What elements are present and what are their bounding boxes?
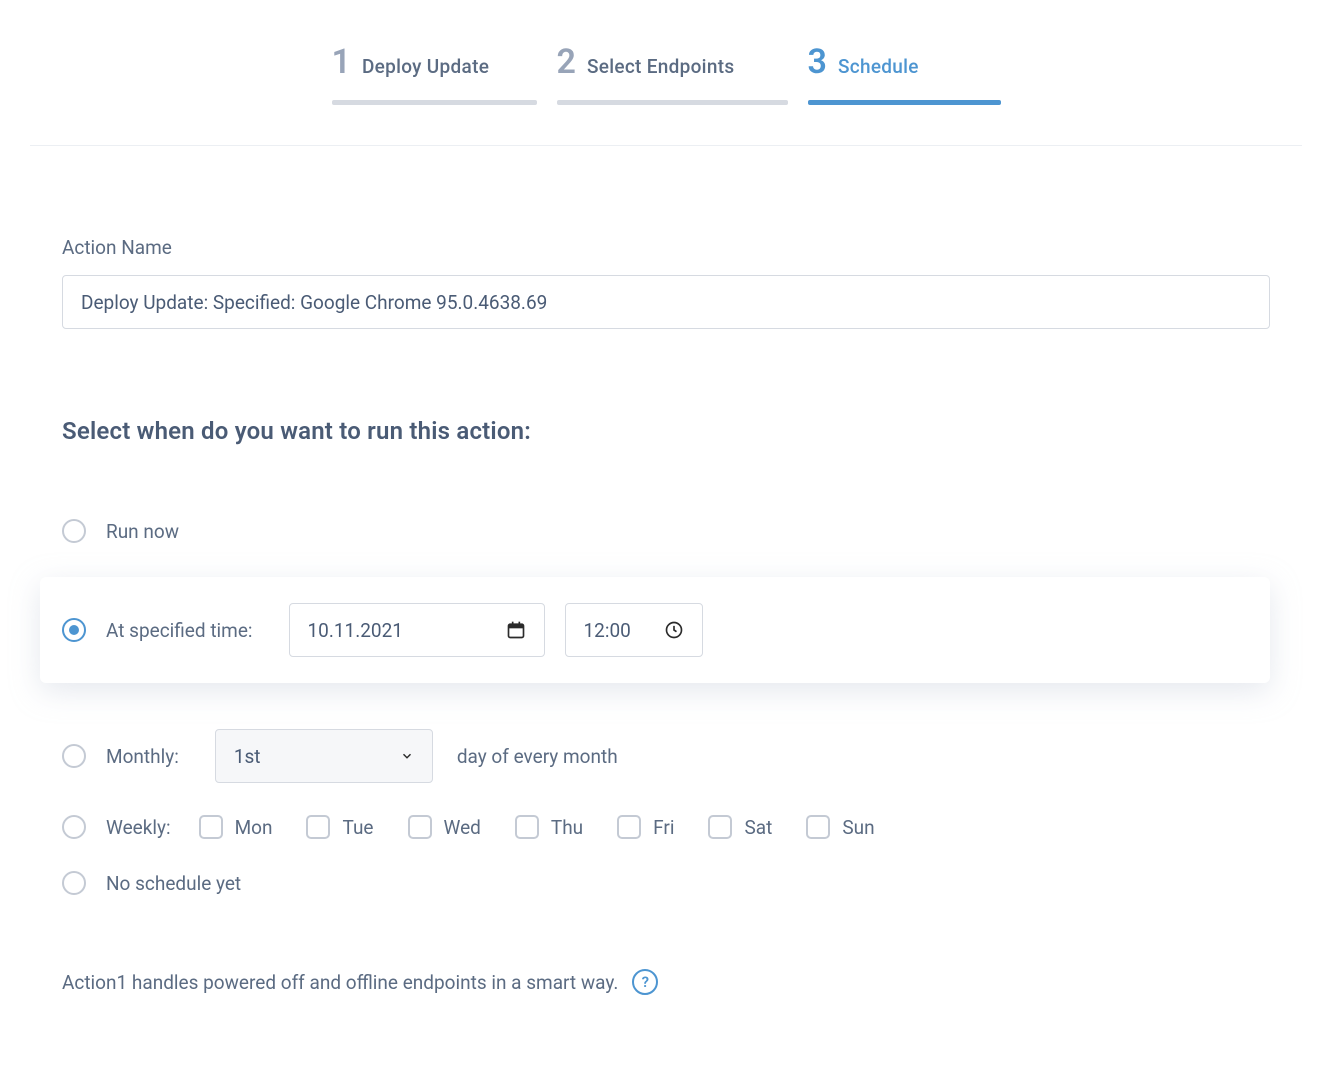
step-progress-bar	[557, 100, 788, 105]
monthly-suffix: day of every month	[457, 745, 618, 768]
weekday-label: Fri	[653, 816, 674, 839]
help-icon[interactable]: ?	[632, 969, 658, 995]
time-picker[interactable]: 12:00	[565, 603, 703, 657]
checkbox-sun[interactable]	[806, 815, 830, 839]
weekday-label: Sat	[744, 816, 772, 839]
option-no-schedule[interactable]: No schedule yet	[62, 855, 1270, 911]
step-schedule[interactable]: 3 Schedule	[808, 42, 1001, 105]
date-value: 10.11.2021	[308, 619, 403, 642]
weekday-label: Thu	[551, 816, 583, 839]
checkbox-mon[interactable]	[199, 815, 223, 839]
chevron-down-icon	[400, 749, 414, 763]
weekday-checkboxes: Mon Tue Wed Thu Fri Sat Sun	[199, 815, 897, 839]
checkbox-tue[interactable]	[306, 815, 330, 839]
option-label: Monthly:	[106, 745, 179, 768]
wizard-stepper: 1 Deploy Update 2 Select Endpoints 3 Sch…	[0, 0, 1332, 145]
option-label: No schedule yet	[106, 872, 241, 895]
step-progress-bar	[332, 100, 537, 105]
help-symbol: ?	[642, 973, 649, 991]
clock-icon	[664, 620, 684, 640]
radio-at-specified-time[interactable]	[62, 618, 86, 642]
step-number: 1	[332, 42, 350, 82]
step-label: Schedule	[838, 55, 919, 78]
action-name-label: Action Name	[62, 236, 1270, 259]
option-monthly[interactable]: Monthly: 1st day of every month	[62, 713, 1270, 799]
option-label: Run now	[106, 520, 179, 543]
footer-text: Action1 handles powered off and offline …	[62, 971, 618, 994]
step-progress-bar	[808, 100, 1001, 105]
action-name-input[interactable]	[62, 275, 1270, 329]
weekday-label: Sun	[842, 816, 874, 839]
checkbox-fri[interactable]	[617, 815, 641, 839]
select-value: 1st	[234, 745, 261, 768]
radio-weekly[interactable]	[62, 815, 86, 839]
step-deploy-update[interactable]: 1 Deploy Update	[332, 42, 537, 105]
schedule-heading: Select when do you want to run this acti…	[62, 417, 1270, 445]
weekday-label: Tue	[342, 816, 373, 839]
monthly-day-select[interactable]: 1st	[215, 729, 433, 783]
step-label: Select Endpoints	[587, 55, 734, 78]
checkbox-wed[interactable]	[408, 815, 432, 839]
option-label: Weekly:	[106, 816, 171, 839]
step-label: Deploy Update	[362, 55, 489, 78]
weekday-label: Mon	[235, 816, 273, 839]
step-number: 2	[557, 42, 575, 82]
time-value: 12:00	[584, 619, 631, 642]
checkbox-sat[interactable]	[708, 815, 732, 839]
radio-run-now[interactable]	[62, 519, 86, 543]
option-at-specified-time[interactable]: At specified time: 10.11.2021 12:00	[40, 577, 1270, 683]
schedule-form: Action Name Select when do you want to r…	[0, 146, 1332, 995]
step-number: 3	[808, 42, 826, 82]
calendar-icon	[506, 620, 526, 640]
checkbox-thu[interactable]	[515, 815, 539, 839]
option-weekly[interactable]: Weekly: Mon Tue Wed Thu Fri Sat Sun	[62, 799, 1270, 855]
step-select-endpoints[interactable]: 2 Select Endpoints	[557, 42, 788, 105]
option-label: At specified time:	[106, 619, 253, 642]
footer-info: Action1 handles powered off and offline …	[62, 969, 1270, 995]
date-picker[interactable]: 10.11.2021	[289, 603, 545, 657]
weekday-label: Wed	[444, 816, 481, 839]
radio-monthly[interactable]	[62, 744, 86, 768]
option-run-now[interactable]: Run now	[62, 503, 1270, 559]
radio-no-schedule[interactable]	[62, 871, 86, 895]
